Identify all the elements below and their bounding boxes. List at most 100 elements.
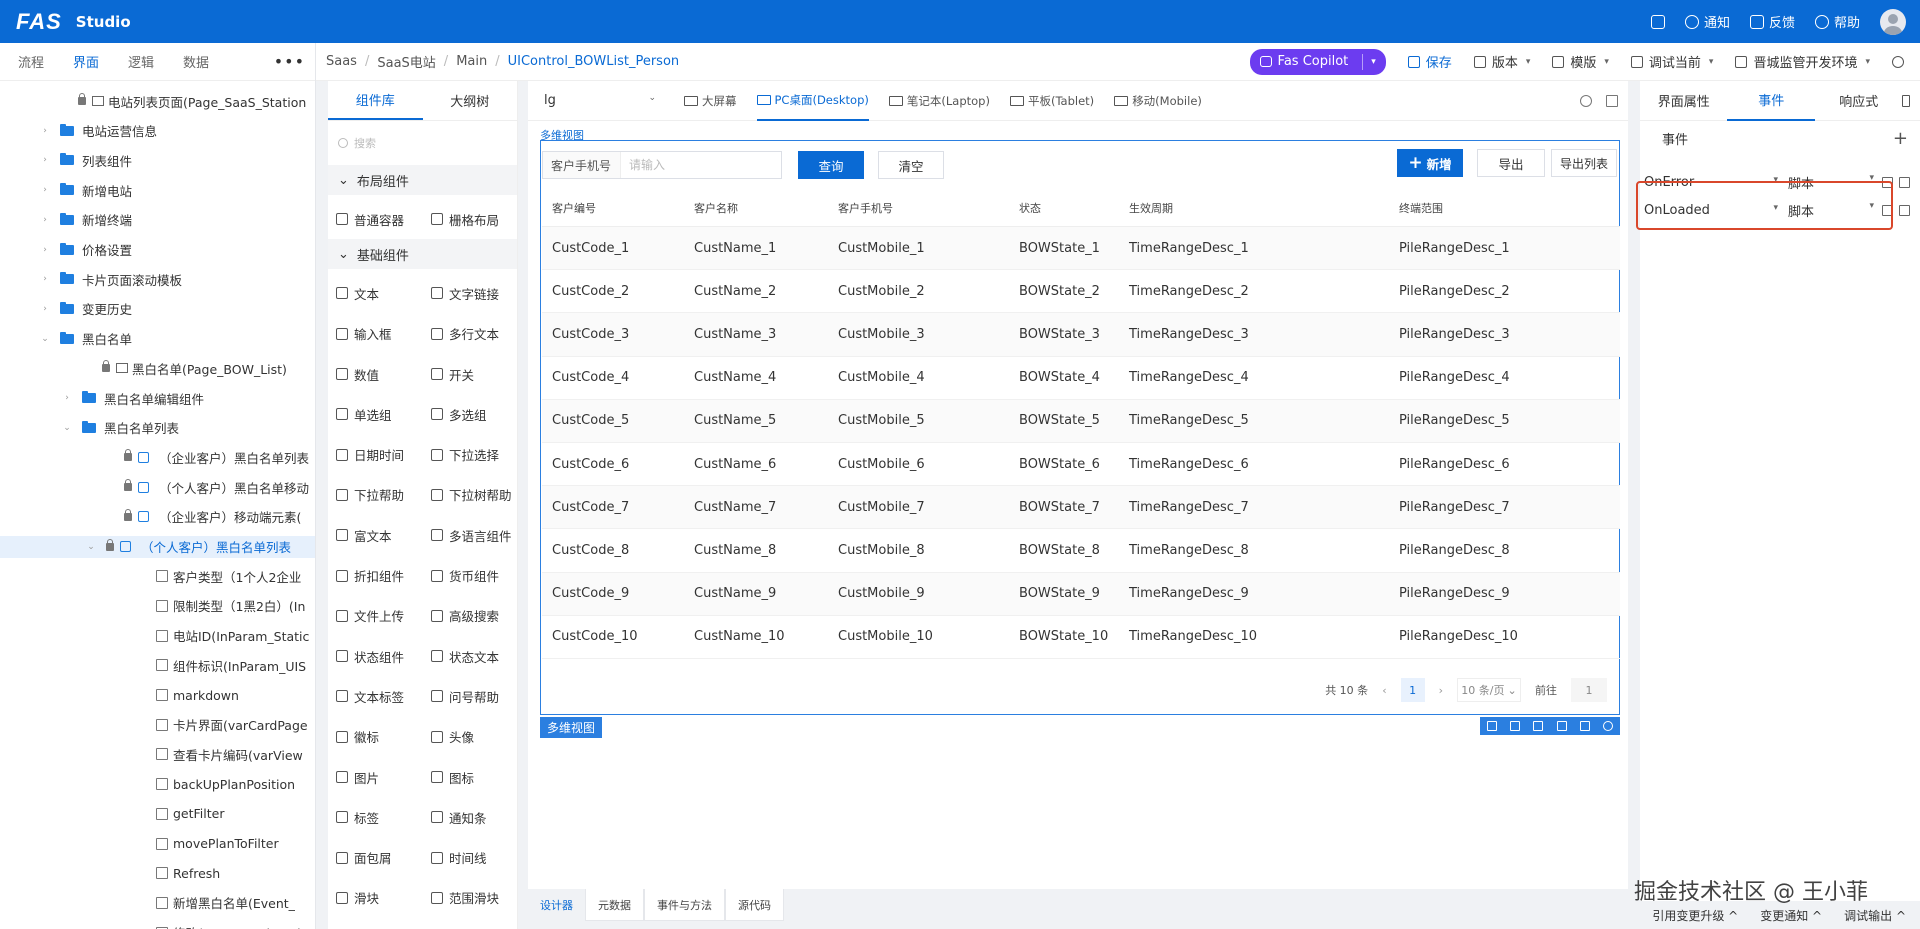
library-component[interactable]: 文件上传 [328, 596, 423, 636]
delete-icon[interactable] [1579, 721, 1590, 731]
add-event-icon[interactable]: + [1893, 128, 1908, 149]
arrow-up-icon[interactable] [1509, 721, 1520, 731]
topbar-button-1[interactable]: 通知 [1684, 12, 1730, 31]
library-component[interactable]: 问号帮助 [423, 676, 518, 716]
device-tab-1[interactable]: PC桌面(Desktop) [756, 81, 869, 121]
template-button[interactable]: 模版 ▾ [1552, 52, 1609, 71]
status-item-1[interactable]: 变更通知 ^ [1760, 907, 1822, 924]
table-row[interactable]: CustCode_6 CustName_6 CustMobile_6 BOWState… [542, 443, 1620, 487]
library-component[interactable]: 富文本 [328, 515, 423, 555]
tree-item[interactable]: › 电站运营信息 [0, 120, 315, 142]
library-component[interactable]: 状态文本 [423, 636, 518, 676]
copy-icon[interactable] [1556, 721, 1567, 731]
tree-item[interactable]: ⌄ 黑白名单列表 [0, 417, 315, 439]
size-select[interactable]: lg ⌄ [544, 93, 664, 108]
library-tab-0[interactable]: 组件库 [328, 81, 423, 120]
chevron-right-icon[interactable]: › [62, 393, 72, 403]
tree-item[interactable]: 电站ID(InParam_Static [0, 625, 315, 647]
status-item-0[interactable]: 引用变更升级 ^ [1652, 907, 1738, 924]
tree-item[interactable]: 新增黑白名单(Event_ [0, 892, 315, 914]
select-parent-icon[interactable] [1486, 721, 1497, 731]
column-header[interactable]: 生效周期 [1124, 200, 1394, 216]
chevron-down-icon[interactable]: ⌄ [62, 423, 72, 433]
env-selector[interactable]: 晋城监管开发环境 ▾ [1735, 52, 1870, 71]
column-header[interactable]: 状态 [1014, 200, 1124, 216]
breadcrumb-item[interactable]: UIControl_BOWList_Person [508, 54, 680, 69]
library-component[interactable]: 单选组 [328, 394, 423, 434]
library-component[interactable]: 日期时间 [328, 434, 423, 474]
tree-item[interactable]: 客户类型（1个人2企业 [0, 565, 315, 587]
tree-item[interactable]: 限制类型（1黑2白）(In [0, 595, 315, 617]
breadcrumb-item[interactable]: SaaS电站 [377, 52, 435, 71]
tree-item[interactable]: 组件标识(InParam_UIS [0, 654, 315, 676]
chevron-right-icon[interactable]: › [40, 215, 50, 225]
refresh-icon[interactable] [1580, 94, 1592, 107]
arrow-down-icon[interactable] [1533, 721, 1544, 731]
library-component[interactable]: 栅格布局 [423, 199, 518, 239]
library-component[interactable]: 滑块 [328, 878, 423, 918]
bottom-tab-3[interactable]: 源代码 [725, 889, 784, 921]
table-row[interactable]: CustCode_10 CustName_10 CustMobile_10 BOWSt… [542, 616, 1620, 659]
tree-item[interactable]: › 价格设置 [0, 239, 315, 261]
tree-item[interactable]: ⌄ （个人客户）黑白名单列表 [0, 535, 315, 558]
next-page-icon[interactable]: › [1439, 684, 1443, 697]
column-header[interactable]: 客户编号 [542, 200, 685, 216]
page-size-select[interactable]: 10 条/页 ⌄ [1457, 678, 1521, 702]
table-row[interactable]: CustCode_7 CustName_7 CustMobile_7 BOWState… [542, 486, 1620, 530]
library-tab-1[interactable]: 大纲树 [423, 81, 518, 120]
copilot-dropdown-icon[interactable]: ▾ [1371, 57, 1376, 67]
property-tab-2[interactable]: 响应式 [1815, 81, 1902, 121]
table-row[interactable]: CustCode_2 CustName_2 CustMobile_2 BOWState… [542, 270, 1620, 314]
avatar[interactable] [1880, 8, 1906, 35]
tree-item[interactable]: （企业客户）移动端元素( [0, 506, 315, 528]
left-tab-0[interactable]: 流程 [18, 52, 73, 71]
debug-button[interactable]: 调试当前 ▾ [1630, 52, 1713, 71]
tree-item[interactable]: › 变更历史 [0, 298, 315, 320]
library-component[interactable]: 多语言组件 [423, 515, 518, 555]
multi-view-frame[interactable]: 客户手机号 查询 清空 +新增 导出 导出列表 客户编号客户名称客户手机号状态生… [540, 140, 1620, 715]
chevron-right-icon[interactable]: › [40, 155, 50, 165]
tree-item[interactable]: ⌄ 黑白名单 [0, 328, 315, 350]
status-item-2[interactable]: 调试输出 ^ [1844, 907, 1906, 924]
chevron-down-icon[interactable]: ⌄ [86, 542, 96, 552]
library-component[interactable]: 时间线 [423, 837, 518, 877]
goto-input[interactable]: 1 [1571, 678, 1607, 702]
left-tab-3[interactable]: 数据 [183, 52, 238, 71]
library-component[interactable]: 开关 [423, 354, 518, 394]
library-component[interactable]: 头像 [423, 717, 518, 757]
tree-item[interactable]: › 黑白名单编辑组件 [0, 387, 315, 409]
tree-item[interactable]: Refresh [0, 862, 315, 884]
save-button[interactable]: 保存 [1407, 52, 1452, 71]
tree-item[interactable]: › 新增电站 [0, 179, 315, 201]
library-component[interactable]: 下拉树帮助 [423, 475, 518, 515]
topbar-button-3[interactable]: 帮助 [1814, 12, 1860, 31]
left-tab-2[interactable]: 逻辑 [128, 52, 183, 71]
table-row[interactable]: CustCode_8 CustName_8 CustMobile_8 BOWState… [542, 529, 1620, 573]
library-component[interactable]: 下拉选择 [423, 434, 518, 474]
library-component[interactable]: 多行文本 [423, 314, 518, 354]
tree-item[interactable]: markdown [0, 684, 315, 706]
help-icon[interactable] [1603, 721, 1614, 731]
column-header[interactable]: 终端范围 [1394, 200, 1614, 216]
table-row[interactable]: CustCode_3 CustName_3 CustMobile_3 BOWState… [542, 313, 1620, 357]
device-tab-2[interactable]: 笔记本(Laptop) [888, 81, 990, 121]
column-header[interactable]: 客户名称 [685, 200, 829, 216]
table-row[interactable]: CustCode_5 CustName_5 CustMobile_5 BOWState… [542, 399, 1620, 443]
table-row[interactable]: CustCode_4 CustName_4 CustMobile_4 BOWState… [542, 357, 1620, 400]
export-button[interactable]: 导出 [1477, 149, 1545, 177]
tree-item[interactable]: 黑白名单(Page_BOW_List) [0, 357, 315, 379]
property-tab-1[interactable]: 事件 [1727, 81, 1815, 121]
library-component[interactable]: 高级搜索 [423, 596, 518, 636]
tree-item[interactable]: （企业客户）黑白名单列表 [0, 446, 315, 468]
library-search[interactable]: 搜索 [338, 131, 507, 155]
tree-item[interactable]: › 卡片页面滚动模板 [0, 268, 315, 290]
library-component[interactable]: 范围滑块 [423, 878, 518, 918]
device-tab-0[interactable]: 大屏幕 [684, 81, 737, 121]
tree-item[interactable]: getFilter [0, 803, 315, 825]
trash-icon[interactable] [1899, 176, 1910, 188]
bottom-tab-0[interactable]: 设计器 [528, 889, 585, 921]
current-page[interactable]: 1 [1400, 678, 1425, 702]
trash-icon[interactable] [1899, 204, 1910, 216]
library-component[interactable]: 输入框 [328, 314, 423, 354]
library-component[interactable]: 下拉帮助 [328, 475, 423, 515]
